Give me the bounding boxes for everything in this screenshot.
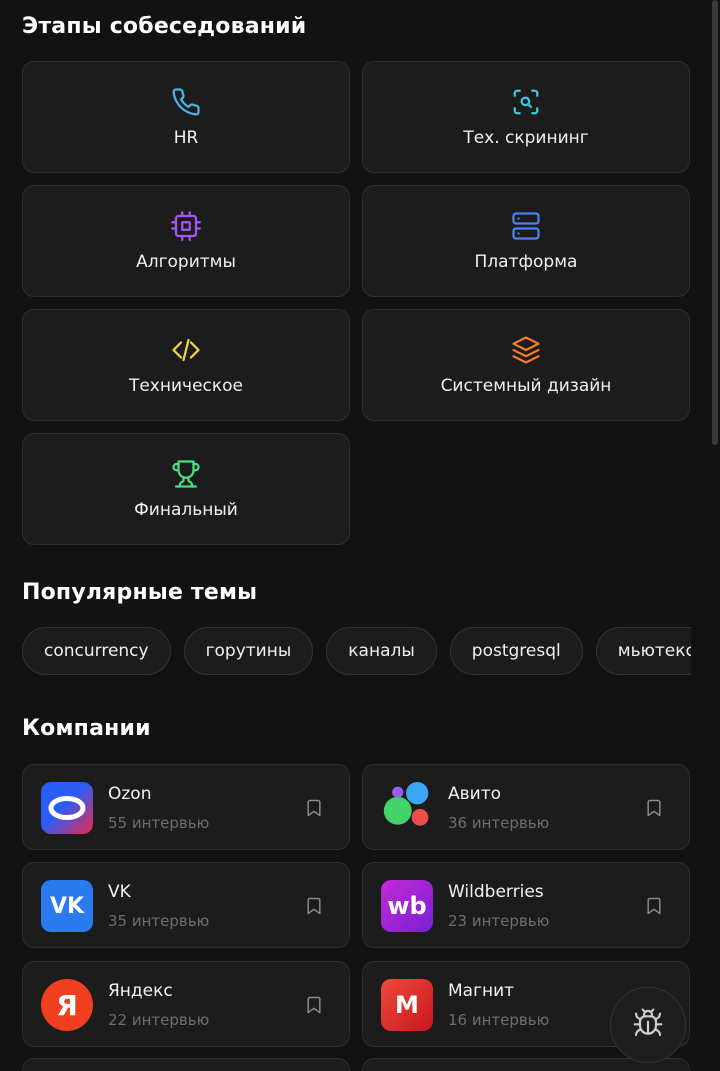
company-name: Wildberries: [448, 882, 544, 902]
stage-card-platform[interactable]: Платформа: [362, 185, 690, 297]
company-interview-count: 36 интервью: [448, 814, 550, 832]
code-icon: [170, 334, 202, 366]
company-name: Ozon: [108, 784, 152, 804]
server-icon: [510, 210, 542, 242]
company-card-partial[interactable]: [22, 1058, 350, 1071]
company-name: Яндекс: [108, 981, 173, 1001]
scan-search-icon: [510, 86, 542, 118]
magnit-logo: М: [381, 979, 433, 1031]
company-card-vk[interactable]: VK VK 35 интервью: [22, 862, 350, 948]
stage-card-technical[interactable]: Техническое: [22, 309, 350, 421]
company-interview-count: 23 интервью: [448, 912, 550, 930]
company-card-avito[interactable]: Авито 36 интервью: [362, 764, 690, 850]
phone-icon: [170, 86, 202, 118]
topics-section-title: Популярные темы: [22, 580, 258, 605]
company-card-ozon[interactable]: Ozon 55 интервью: [22, 764, 350, 850]
topic-chip[interactable]: горутины: [183, 627, 314, 675]
stage-label: Техническое: [128, 376, 244, 396]
bookmark-icon[interactable]: [644, 895, 664, 917]
stage-label: Платформа: [474, 252, 578, 272]
layers-icon: [510, 334, 542, 366]
vk-logo: VK: [41, 880, 93, 932]
bookmark-icon[interactable]: [304, 797, 324, 819]
bug-report-button[interactable]: [610, 987, 686, 1063]
topics-chip-row[interactable]: concurrency горутины каналы postgresql мьюте…: [22, 627, 691, 675]
cpu-icon: [170, 210, 202, 242]
stage-label: Тех. скрининг: [463, 128, 589, 148]
company-name: Авито: [448, 784, 502, 804]
bookmark-icon[interactable]: [304, 994, 324, 1016]
topic-chip[interactable]: каналы: [326, 627, 437, 675]
company-card-wildberries[interactable]: wb Wildberries 23 интервью: [362, 862, 690, 948]
stage-card-tech-screening[interactable]: Тех. скрининг: [362, 61, 690, 173]
yandex-logo: Я: [41, 979, 93, 1031]
company-interview-count: 55 интервью: [108, 814, 210, 832]
stage-label: Финальный: [134, 500, 238, 520]
stage-card-final[interactable]: Финальный: [22, 433, 350, 545]
avito-logo: [381, 782, 433, 834]
ozon-logo: [41, 782, 93, 834]
company-name: VK: [108, 882, 131, 902]
stages-section-title: Этапы собеседований: [22, 14, 307, 39]
stage-label: Системный дизайн: [440, 376, 612, 396]
company-interview-count: 35 интервью: [108, 912, 210, 930]
company-card-yandex[interactable]: Я Яндекс 22 интервью: [22, 961, 350, 1047]
stage-card-system-design[interactable]: Системный дизайн: [362, 309, 690, 421]
bookmark-icon[interactable]: [644, 797, 664, 819]
company-interview-count: 16 интервью: [448, 1011, 550, 1029]
company-name: Магнит: [448, 981, 515, 1001]
stage-card-hr[interactable]: HR: [22, 61, 350, 173]
bookmark-icon[interactable]: [304, 895, 324, 917]
scrollbar[interactable]: [712, 0, 718, 445]
stage-card-algorithms[interactable]: Алгоритмы: [22, 185, 350, 297]
topic-chip[interactable]: мьютексы: [595, 627, 691, 675]
topic-chip[interactable]: concurrency: [22, 627, 171, 675]
stage-label: HR: [173, 128, 199, 148]
trophy-icon: [170, 458, 202, 490]
wildberries-logo: wb: [381, 880, 433, 932]
stage-label: Алгоритмы: [136, 252, 236, 272]
topic-chip[interactable]: postgresql: [449, 627, 583, 675]
company-interview-count: 22 интервью: [108, 1011, 210, 1029]
bug-icon: [632, 1007, 664, 1043]
companies-section-title: Компании: [22, 716, 151, 741]
